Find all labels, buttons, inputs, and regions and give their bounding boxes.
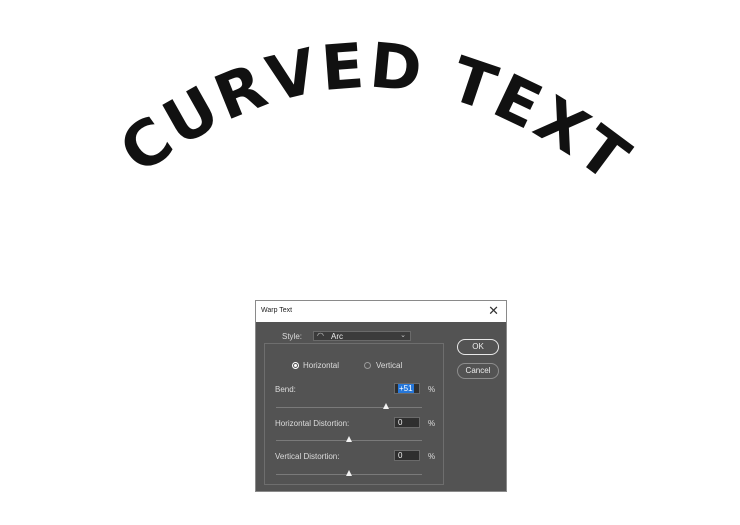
vertical-label: Vertical [376, 361, 403, 370]
dialog-title: Warp Text [261, 307, 293, 314]
warp-text-dialog: Warp Text ✕ Style: ◠ Arc ⌄ Horizontal Ve… [255, 300, 507, 492]
horizontal-distortion-label: Horizontal Distortion: [275, 419, 350, 428]
horizontal-radio[interactable] [292, 362, 299, 369]
style-dropdown[interactable]: ◠ Arc ⌄ [313, 331, 411, 341]
horizontal-distortion-unit: % [428, 419, 436, 428]
cancel-button[interactable]: Cancel [457, 363, 499, 379]
vertical-distortion-slider-thumb[interactable] [346, 470, 352, 476]
vertical-distortion-unit: % [428, 452, 436, 461]
horizontal-label: Horizontal [303, 361, 340, 370]
horizontal-distortion-slider-thumb[interactable] [346, 436, 352, 442]
curved-text: CURVED TEXT [107, 28, 645, 197]
vertical-distortion-label: Vertical Distortion: [275, 452, 340, 461]
curved-text-path: CURVED TEXT [107, 28, 642, 197]
bend-slider-thumb[interactable] [383, 403, 390, 409]
bend-value: +51 [398, 384, 414, 393]
arc-icon: ◠ [317, 331, 324, 340]
bend-unit: % [428, 385, 436, 394]
warp-options-group [264, 343, 444, 485]
chevron-down-icon: ⌄ [400, 332, 406, 339]
style-label: Style: [282, 332, 303, 341]
style-value: Arc [331, 332, 343, 341]
curved-text-artwork: CURVED TEXT [107, 28, 645, 197]
vertical-radio[interactable] [364, 362, 371, 369]
horizontal-distortion-input[interactable]: 0 [394, 417, 420, 428]
dialog-titlebar: Warp Text ✕ [256, 301, 506, 322]
bend-slider-track[interactable] [276, 407, 422, 408]
close-icon[interactable]: ✕ [488, 303, 499, 319]
ok-button[interactable]: OK [457, 339, 499, 355]
bend-label: Bend: [275, 385, 296, 394]
vertical-distortion-input[interactable]: 0 [394, 450, 420, 461]
bend-input[interactable]: +51 [394, 383, 420, 394]
